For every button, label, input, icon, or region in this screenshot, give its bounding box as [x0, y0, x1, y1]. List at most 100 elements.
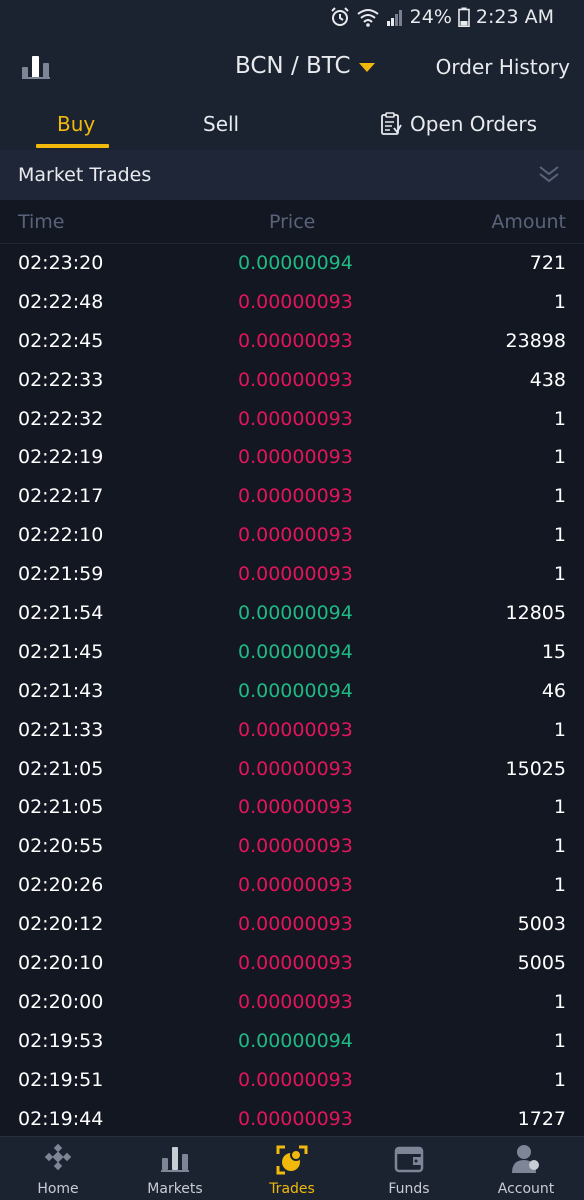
tab-sell[interactable]: Sell: [203, 112, 239, 136]
trade-price: 0.00000093: [238, 757, 353, 780]
trade-row: 02:19:44 0.00000093 1727: [0, 1101, 584, 1140]
tab-buy[interactable]: Buy: [57, 112, 95, 136]
trade-price: 0.00000094: [238, 602, 353, 625]
trades-icon: [276, 1145, 308, 1175]
account-icon: [512, 1145, 539, 1173]
trade-time: 02:21:33: [18, 718, 104, 741]
battery-percent: 24%: [409, 6, 452, 28]
nav-markets[interactable]: Markets: [117, 1137, 233, 1200]
chart-button[interactable]: [20, 52, 54, 82]
pair-selector[interactable]: BCN / BTC: [235, 53, 375, 79]
trade-time: 02:20:12: [18, 913, 104, 936]
trade-price: 0.00000094: [238, 640, 353, 663]
app-header: BCN / BTC Order History: [0, 36, 584, 100]
trade-time: 02:21:43: [18, 679, 104, 702]
markets-icon: [161, 1147, 189, 1172]
trade-amount: 5005: [517, 952, 566, 975]
trade-amount: 1: [553, 718, 566, 741]
trade-time: 02:20:55: [18, 835, 104, 858]
trade-time: 02:21:54: [18, 602, 104, 625]
trade-amount: 23898: [505, 329, 566, 352]
trade-row: 02:22:17 0.00000093 1: [0, 478, 584, 517]
trade-amount: 1: [553, 407, 566, 430]
trade-amount: 1: [553, 446, 566, 469]
trade-amount: 12805: [505, 602, 566, 625]
trade-row: 02:22:19 0.00000093 1: [0, 439, 584, 478]
status-icons: 24% 2:23 AM: [330, 6, 554, 28]
trade-time: 02:22:33: [18, 368, 104, 391]
chart-icon: [22, 56, 50, 79]
trade-time: 02:19:53: [18, 1029, 104, 1052]
trade-price: 0.00000093: [238, 368, 353, 391]
trade-time: 02:22:48: [18, 290, 104, 313]
trade-row: 02:21:05 0.00000093 15025: [0, 751, 584, 790]
trade-amount: 1: [553, 1068, 566, 1091]
trade-price: 0.00000093: [238, 407, 353, 430]
tab-open-orders[interactable]: Open Orders: [380, 112, 537, 136]
signal-icon: [386, 10, 402, 26]
trade-row: 02:22:48 0.00000093 1: [0, 284, 584, 323]
trade-price: 0.00000094: [238, 1029, 353, 1052]
trade-time: 02:21:05: [18, 757, 104, 780]
trade-price: 0.00000093: [238, 524, 353, 547]
market-trades-header[interactable]: Market Trades: [0, 150, 584, 200]
order-history-link[interactable]: Order History: [436, 55, 570, 79]
trade-price: 0.00000093: [238, 485, 353, 508]
nav-funds-label: Funds: [388, 1181, 430, 1197]
trade-row: 02:21:05 0.00000093 1: [0, 789, 584, 828]
trade-time: 02:22:45: [18, 329, 104, 352]
trade-time: 02:22:19: [18, 446, 104, 469]
trade-price: 0.00000093: [238, 329, 353, 352]
tab-active-indicator: [36, 144, 109, 148]
nav-home-label: Home: [37, 1181, 79, 1197]
trade-amount: 1: [553, 524, 566, 547]
wifi-icon: [357, 9, 379, 27]
tab-open-orders-label: Open Orders: [410, 112, 538, 136]
trade-price: 0.00000093: [238, 952, 353, 975]
trade-row: 02:21:54 0.00000094 12805: [0, 595, 584, 634]
nav-home[interactable]: Home: [0, 1137, 116, 1200]
column-price: Price: [269, 211, 316, 233]
trade-time: 02:21:45: [18, 640, 104, 663]
chevron-double-down-icon[interactable]: [538, 164, 560, 184]
nav-trades[interactable]: Trades: [234, 1137, 350, 1200]
column-time: Time: [18, 211, 65, 233]
nav-trades-label: Trades: [269, 1181, 315, 1197]
bottom-nav: Home Markets Trades Funds Account: [0, 1136, 584, 1200]
trade-row: 02:20:55 0.00000093 1: [0, 828, 584, 867]
nav-funds[interactable]: Funds: [351, 1137, 467, 1200]
trade-time: 02:22:17: [18, 485, 104, 508]
trade-amount: 1: [553, 835, 566, 858]
nav-account[interactable]: Account: [468, 1137, 584, 1200]
trade-time: 02:19:51: [18, 1068, 104, 1091]
trade-price: 0.00000093: [238, 1107, 353, 1130]
trades-list: 02:23:20 0.00000094 721 02:22:48 0.00000093 1…: [0, 245, 584, 1139]
status-bar: 24% 2:23 AM: [0, 0, 584, 36]
trade-row: 02:21:59 0.00000093 1: [0, 556, 584, 595]
trade-time: 02:22:32: [18, 407, 104, 430]
trade-time: 02:20:10: [18, 952, 104, 975]
trade-time: 02:22:10: [18, 524, 104, 547]
trade-row: 02:19:51 0.00000093 1: [0, 1062, 584, 1101]
trade-row: 02:21:43 0.00000094 46: [0, 673, 584, 712]
home-logo-icon: [44, 1143, 72, 1171]
trade-price: 0.00000094: [238, 679, 353, 702]
trade-row: 02:20:00 0.00000093 1: [0, 984, 584, 1023]
pair-label: BCN / BTC: [235, 53, 351, 79]
wallet-icon: [394, 1146, 424, 1173]
trade-row: 02:19:53 0.00000094 1: [0, 1023, 584, 1062]
trade-amount: 1: [553, 485, 566, 508]
nav-account-label: Account: [497, 1181, 555, 1197]
trade-tabs: Buy Sell Open Orders: [0, 100, 584, 150]
trade-amount: 15: [541, 640, 566, 663]
trade-amount: 438: [529, 368, 566, 391]
trade-price: 0.00000094: [238, 252, 353, 274]
trade-price: 0.00000093: [238, 913, 353, 936]
battery-icon: [458, 7, 470, 27]
trade-amount: 1: [553, 290, 566, 313]
trade-time: 02:23:20: [18, 252, 104, 274]
trade-amount: 5003: [517, 913, 566, 936]
caret-down-icon: [358, 63, 375, 72]
trade-row: 02:22:33 0.00000093 438: [0, 362, 584, 401]
trade-amount: 1: [553, 874, 566, 897]
